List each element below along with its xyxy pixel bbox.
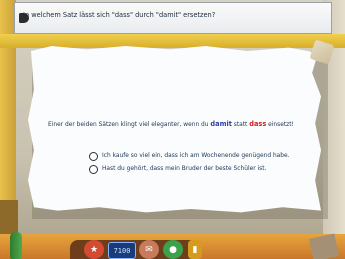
radio-button-2[interactable] — [89, 164, 98, 174]
paper-sheet — [28, 46, 322, 213]
scroll-decoration — [308, 233, 340, 259]
map-icon: ✉ — [145, 244, 153, 255]
radio-button-1[interactable] — [89, 151, 98, 161]
instruction-text: Einer der beiden Sätzen klingt viel eleg… — [48, 120, 308, 128]
game-screen: In welchem Satz lässt sich "dass" durch … — [0, 0, 345, 259]
question-text: In welchem Satz lässt sich "dass" durch … — [23, 11, 216, 19]
star-icon: ★ — [89, 244, 99, 255]
answer-option-2-label: Hast du gehört, dass mein Bruder der bes… — [102, 166, 267, 172]
star-button[interactable]: ★ — [84, 240, 104, 259]
question-bar: In welchem Satz lässt sich "dass" durch … — [14, 2, 332, 34]
instruction-part-3: einsetzt! — [268, 122, 294, 128]
bottle-icon[interactable] — [10, 232, 22, 259]
globe-button[interactable]: ● — [163, 240, 183, 259]
score-display: 7100 — [108, 242, 136, 259]
answer-option-1[interactable]: Ich kaufe so viel ein, dass ich am Woche… — [89, 150, 290, 162]
instruction-part-2: statt — [233, 122, 248, 128]
wood-post — [0, 200, 18, 234]
yellow-strip — [0, 34, 345, 48]
map-button[interactable]: ✉ — [139, 240, 159, 259]
book-button[interactable]: ▮ — [188, 240, 202, 259]
answer-option-1-label: Ich kaufe so viel ein, dass ich am Woche… — [102, 153, 290, 159]
instruction-part-1: Einer der beiden Sätzen klingt viel eleg… — [48, 122, 209, 128]
book-icon: ▮ — [192, 244, 198, 255]
answer-option-2[interactable]: Hast du gehört, dass mein Bruder der bes… — [89, 163, 266, 175]
word-dass: dass — [249, 120, 267, 128]
globe-icon: ● — [169, 244, 177, 255]
word-damit: damit — [210, 120, 232, 128]
